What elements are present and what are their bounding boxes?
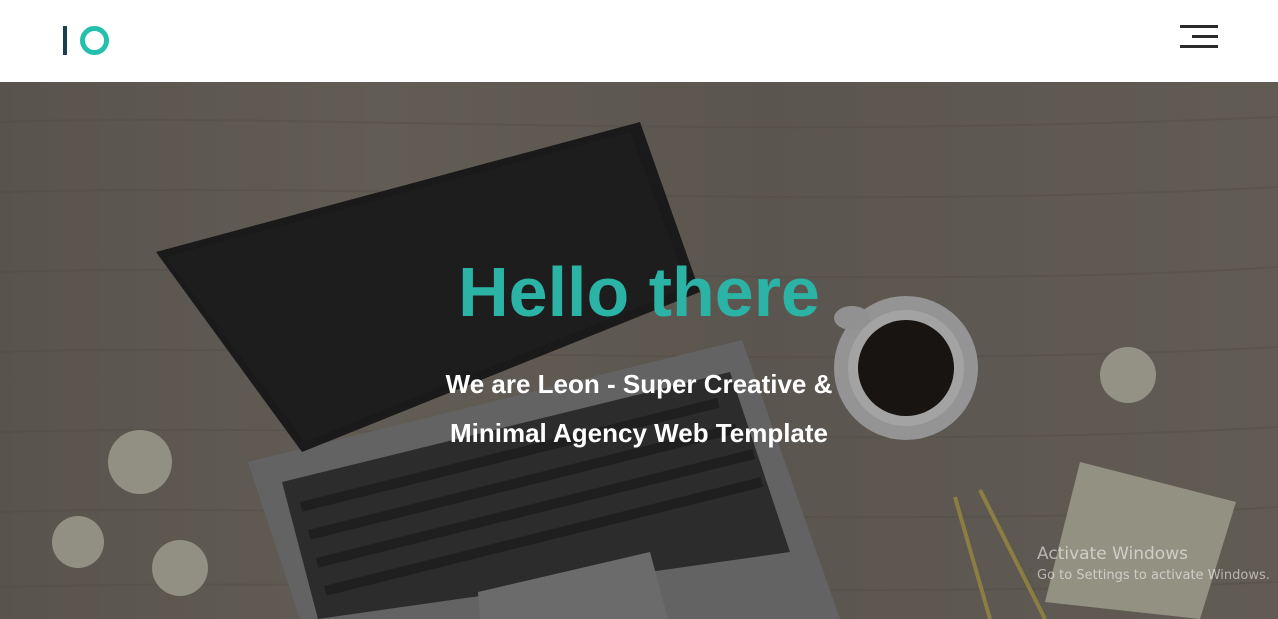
menu-line bbox=[1192, 35, 1218, 38]
hero-subtitle-line: Minimal Agency Web Template bbox=[449, 418, 829, 448]
hero-section: Hello there We are Leon - Super Creative… bbox=[0, 82, 1278, 619]
hero-subtitle-line: We are Leon - Super Creative & bbox=[445, 369, 833, 399]
io-logo-icon[interactable] bbox=[63, 26, 113, 56]
activate-windows-watermark: Activate Windows Go to Settings to activ… bbox=[1037, 544, 1270, 583]
hero-subtitle: We are Leon - Super Creative & Minimal A… bbox=[389, 360, 889, 458]
hamburger-menu-icon[interactable] bbox=[1176, 22, 1218, 52]
watermark-title: Activate Windows bbox=[1037, 544, 1188, 564]
navbar bbox=[0, 0, 1278, 82]
logo-bar bbox=[63, 26, 67, 55]
hero-overlay bbox=[0, 82, 1278, 619]
hero-title: Hello there bbox=[458, 253, 820, 331]
menu-line bbox=[1180, 25, 1218, 28]
watermark-subtitle: Go to Settings to activate Windows. bbox=[1037, 568, 1270, 583]
logo-ring bbox=[80, 26, 109, 55]
menu-line bbox=[1180, 45, 1218, 48]
